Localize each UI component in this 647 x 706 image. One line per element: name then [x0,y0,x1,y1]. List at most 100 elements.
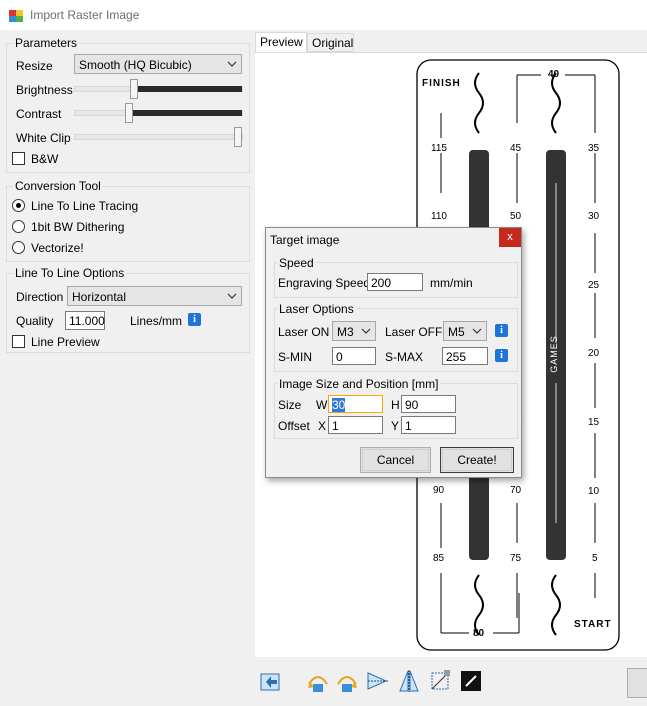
mid-num-2: 50 [510,211,522,222]
dialog-title: Target image [270,233,340,247]
engraving-speed-input[interactable]: 200 [367,273,423,291]
option-bw-dithering[interactable]: 1bit BW Dithering [31,220,124,234]
tab-preview[interactable]: Preview [255,32,307,53]
radio-bw-dithering[interactable] [12,220,25,233]
h-label: H [391,398,400,412]
line-preview-checkbox[interactable] [12,335,25,348]
flip-horizontal-icon[interactable] [396,668,422,694]
left-num-3: 90 [433,485,445,496]
chevron-down-icon [472,328,482,334]
right-num-4: 20 [588,348,600,359]
smax-info-icon[interactable]: i [495,349,508,362]
tab-original[interactable]: Original [307,33,354,52]
whiteclip-slider-thumb[interactable] [234,127,242,147]
games-label: GAMES [548,335,559,373]
cancel-button[interactable]: Cancel [360,447,431,473]
left-panel: Parameters Resize Smooth (HQ Bicubic) Br… [4,31,253,706]
target-image-dialog: Target image x Speed Engraving Speed 200… [265,227,522,478]
top-number: 40 [548,69,560,80]
laser-on-dropdown[interactable]: M3 [332,321,376,341]
offset-label: Offset [278,419,310,433]
right-num-1: 35 [588,143,600,154]
laser-on-value: M3 [337,325,354,339]
size-label: Size [278,398,302,412]
height-value: 90 [405,398,419,412]
quality-value: 11.000 [69,314,105,328]
app-icon [9,8,23,22]
brightness-track [74,86,243,92]
contrast-label: Contrast [16,107,62,121]
resize-label: Resize [16,59,53,73]
speed-legend: Speed [277,256,316,270]
crop-icon[interactable] [427,668,453,694]
rotate-ccw-icon[interactable] [305,668,331,694]
direction-dropdown[interactable]: Horizontal [67,286,242,306]
engraving-speed-value: 200 [371,276,392,290]
laser-on-label: Laser ON [278,325,330,339]
whiteclip-label: White Clip [16,131,71,145]
option-vectorize[interactable]: Vectorize! [31,241,84,255]
laser-options-legend: Laser Options [277,302,356,316]
right-num-2: 30 [588,211,600,222]
option-line-to-line[interactable]: Line To Line Tracing [31,199,138,213]
chevron-down-icon [227,293,237,299]
title-bar: Import Raster Image [0,0,647,30]
quality-info-icon[interactable]: i [188,313,201,326]
direction-value: Horizontal [72,290,127,304]
laser-off-dropdown[interactable]: M5 [443,321,487,341]
brightness-label: Brightness [16,83,73,97]
bw-checkbox[interactable] [12,152,25,165]
contrast-track [74,110,243,116]
laser-info-icon[interactable]: i [495,324,508,337]
resize-dropdown[interactable]: Smooth (HQ Bicubic) [74,54,242,74]
smax-input[interactable]: 255 [442,347,488,365]
invert-icon[interactable] [458,668,484,694]
left-num-1: 115 [431,143,447,154]
x-label: X [318,419,327,433]
parameters-legend: Parameters [13,36,80,50]
width-input[interactable]: 30 [328,395,383,413]
rotate-cw-icon[interactable] [334,668,360,694]
chevron-down-icon [227,61,237,67]
width-value: 30 [332,398,346,412]
right-num-6: 10 [588,486,600,497]
height-input[interactable]: 90 [401,395,456,413]
offset-y-value: 1 [405,419,412,433]
right-num-3: 25 [588,280,600,291]
chevron-down-icon [361,328,371,334]
smin-input[interactable]: 0 [332,347,376,365]
smin-value: 0 [336,350,343,364]
right-num-7: 5 [592,553,598,564]
start-label: START [574,619,612,630]
finish-label: FINISH [422,78,461,89]
mid-num-6: 75 [510,553,522,564]
offset-x-input[interactable]: 1 [328,416,383,434]
brightness-slider-thumb[interactable] [130,79,138,99]
quality-label: Quality [16,314,54,328]
ok-button-partial[interactable] [627,668,647,698]
offset-x-value: 1 [332,419,339,433]
smin-label: S-MIN [278,350,312,364]
speed-unit: mm/min [430,276,473,290]
flip-vertical-icon[interactable] [365,668,391,694]
window-title: Import Raster Image [30,8,140,22]
laser-off-value: M5 [448,325,465,339]
radio-line-to-line[interactable] [12,199,25,212]
quality-unit: Lines/mm [130,314,183,328]
conversion-legend: Conversion Tool [13,179,103,193]
create-button[interactable]: Create! [440,447,514,473]
offset-y-input[interactable]: 1 [401,416,456,434]
quality-input[interactable]: 11.000 [65,311,105,330]
radio-vectorize[interactable] [12,241,25,254]
revert-icon[interactable] [258,668,284,694]
whiteclip-track [74,134,243,140]
y-label: Y [391,419,400,433]
contrast-slider-thumb[interactable] [125,103,133,123]
smax-value: 255 [446,350,467,364]
close-icon[interactable]: x [499,228,521,247]
bottom-toolbar [255,660,647,706]
direction-label: Direction [16,290,64,304]
resize-value: Smooth (HQ Bicubic) [79,58,192,72]
w-label: W [316,398,328,412]
left-num-4: 85 [433,553,445,564]
